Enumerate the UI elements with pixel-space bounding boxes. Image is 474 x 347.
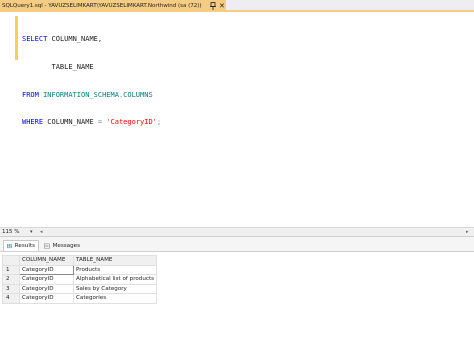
operator: = <box>93 118 107 127</box>
keyword: WHERE <box>22 118 44 127</box>
grid-cell[interactable]: Sales by Category <box>72 283 158 294</box>
query-document-tab[interactable]: SQLQuery1.sql - YAVUZSELIMKART\YAVUZSELI… <box>0 0 226 12</box>
tab-messages[interactable]: Messages <box>41 240 83 251</box>
grid-corner[interactable] <box>2 255 20 266</box>
chevron-down-icon[interactable]: ▾ <box>30 229 37 235</box>
tab-messages-label: Messages <box>52 242 80 249</box>
grid-cell[interactable]: Categories <box>72 293 158 304</box>
table-row[interactable]: 1 CategoryID Products <box>2 264 158 275</box>
grid-cell[interactable]: CategoryID <box>19 264 74 275</box>
grid-cell[interactable]: CategoryID <box>19 274 74 285</box>
code-line-2: TABLE_NAME <box>22 63 161 72</box>
keyword: FROM <box>22 90 39 99</box>
table-row[interactable]: 4 CategoryID Categories <box>2 293 158 304</box>
zoom-level[interactable]: 115 % <box>2 228 19 236</box>
code-line-3: FROM INFORMATION_SCHEMA.COLUMNS <box>22 91 161 100</box>
scroll-right-icon[interactable]: ▸ <box>466 229 469 235</box>
identifier: COLUMN_NAME <box>47 118 94 127</box>
pin-icon[interactable] <box>210 2 216 10</box>
grid-icon <box>7 243 12 249</box>
identifier: TABLE_NAME <box>22 63 94 71</box>
column-header[interactable]: COLUMN_NAME <box>19 255 74 266</box>
results-panel: Results Messages COLUMN_NAME TABLE_NAME … <box>0 236 474 347</box>
query-editor[interactable]: SELECT COLUMN_NAME, TABLE_NAME FROM INFO… <box>0 14 474 227</box>
close-icon[interactable]: ✕ <box>219 2 226 10</box>
grid-header-row: COLUMN_NAME TABLE_NAME <box>2 255 158 266</box>
schema-name: INFORMATION_SCHEMA <box>43 90 119 99</box>
table-row[interactable]: 2 CategoryID Alphabetical list of produc… <box>2 274 158 285</box>
keyword: SELECT <box>22 35 48 44</box>
results-tab-strip: Results Messages <box>0 237 474 252</box>
zoom-bar: 115 % ▾ ◂ ▸ <box>0 227 474 236</box>
row-number[interactable]: 3 <box>2 283 20 294</box>
identifier: COLUMN_NAME, <box>47 35 103 44</box>
code-line-1: SELECT COLUMN_NAME, <box>22 35 161 44</box>
messages-icon <box>44 243 50 248</box>
sql-code[interactable]: SELECT COLUMN_NAME, TABLE_NAME FROM INFO… <box>22 17 161 146</box>
document-tab-strip: SQLQuery1.sql - YAVUZSELIMKART\YAVUZSELI… <box>0 0 474 12</box>
code-line-4: WHERE COLUMN_NAME = 'CategoryID'; <box>22 118 161 127</box>
row-number[interactable]: 4 <box>2 293 20 304</box>
change-tracking-bar <box>15 16 18 60</box>
results-grid[interactable]: COLUMN_NAME TABLE_NAME 1 CategoryID Prod… <box>2 255 158 304</box>
query-document-tab-title: SQLQuery1.sql - YAVUZSELIMKART\YAVUZSELI… <box>2 3 202 9</box>
grid-cell[interactable]: Alphabetical list of products <box>72 274 158 285</box>
column-header[interactable]: TABLE_NAME <box>72 255 158 266</box>
tab-results[interactable]: Results <box>3 240 39 251</box>
row-number[interactable]: 1 <box>2 264 20 275</box>
grid-cell[interactable]: Products <box>72 264 158 275</box>
grid-cell[interactable]: CategoryID <box>19 293 74 304</box>
table-row[interactable]: 3 CategoryID Sales by Category <box>2 283 158 294</box>
view-name: COLUMNS <box>123 90 153 99</box>
row-number[interactable]: 2 <box>2 274 20 285</box>
grid-cell[interactable]: CategoryID <box>19 283 74 294</box>
tab-results-label: Results <box>14 243 35 249</box>
scroll-left-icon[interactable]: ◂ <box>40 229 43 235</box>
semicolon: ; <box>156 118 162 127</box>
string-literal: 'CategoryID' <box>106 118 157 127</box>
